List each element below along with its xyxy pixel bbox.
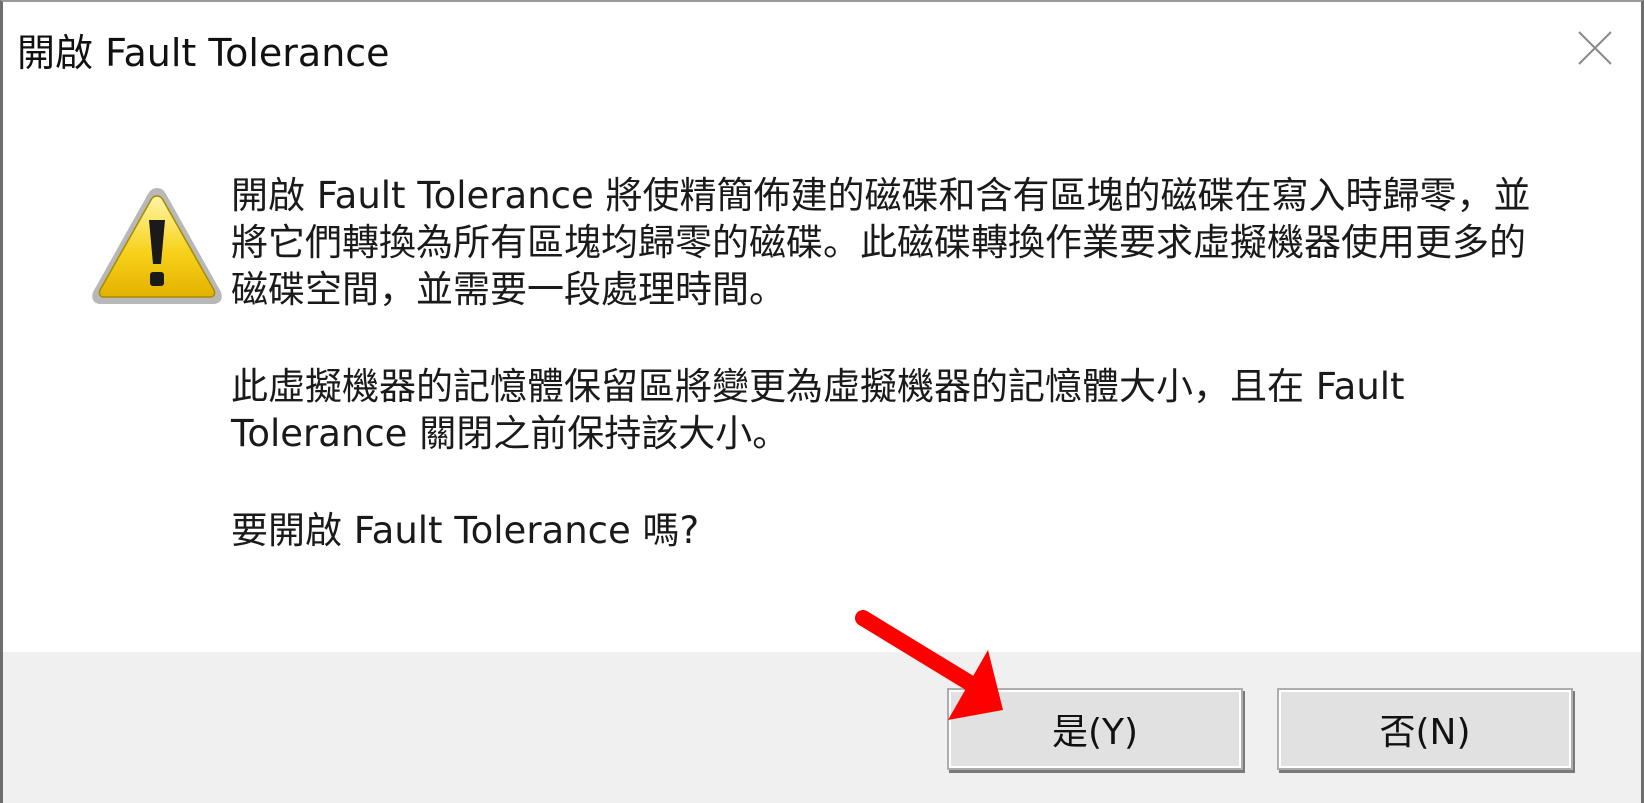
- close-button[interactable]: [1565, 18, 1625, 78]
- fault-tolerance-dialog: 開啟 Fault Tolerance 開啟 Fault Tolerance 將使…: [0, 0, 1644, 803]
- dialog-title: 開啟 Fault Tolerance: [17, 31, 390, 75]
- warning-icon: [92, 188, 222, 304]
- message-paragraph-1: 開啟 Fault Tolerance 將使精簡佈建的磁碟和含有區塊的磁碟在寫入時…: [231, 174, 1531, 311]
- message-paragraph-2: 此虛擬機器的記憶體保留區將變更為虛擬機器的記憶體大小，且在 Fault Tole…: [231, 365, 1405, 455]
- close-icon: [1578, 31, 1612, 65]
- message-question: 要開啟 Fault Tolerance 嗎?: [231, 509, 700, 552]
- button-bar: 是(Y) 否(N): [3, 652, 1641, 803]
- title-bar: 開啟 Fault Tolerance: [3, 2, 1641, 92]
- yes-button[interactable]: 是(Y): [947, 688, 1243, 770]
- dialog-message: 開啟 Fault Tolerance 將使精簡佈建的磁碟和含有區塊的磁碟在寫入時…: [231, 172, 1531, 554]
- dialog-content: 開啟 Fault Tolerance 將使精簡佈建的磁碟和含有區塊的磁碟在寫入時…: [3, 92, 1641, 652]
- no-button[interactable]: 否(N): [1277, 688, 1573, 770]
